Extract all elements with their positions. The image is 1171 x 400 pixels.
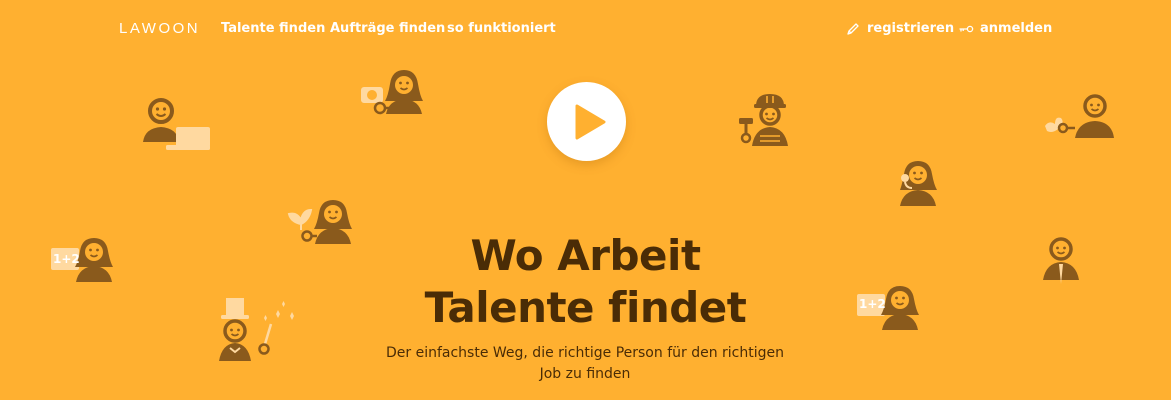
pencil-icon	[847, 23, 859, 35]
nav-talente-finden[interactable]: Talente finden	[221, 21, 325, 36]
play-icon	[575, 104, 606, 140]
top-navigation: LAWOON Talente finden Aufträge finden so…	[0, 0, 1171, 58]
register-link[interactable]: registrieren	[867, 21, 954, 36]
hero-title-line2: Talente findet	[424, 283, 747, 332]
person-laptop-illustration	[143, 98, 210, 150]
person-gardener-illustration	[1045, 94, 1114, 138]
login-link[interactable]: anmelden	[980, 21, 1052, 36]
logo[interactable]: LAWOON	[119, 20, 200, 37]
person-construction-worker-illustration	[739, 94, 788, 146]
hero-subtitle: Der einfachste Weg, die richtige Person …	[385, 345, 784, 382]
hero-title-line1: Wo Arbeit	[470, 231, 701, 280]
play-video-button[interactable]	[547, 82, 626, 161]
key-icon	[959, 25, 974, 33]
nav-so-funktioniert[interactable]: so funktioniert	[447, 21, 556, 36]
hero-title: Wo Arbeit Talente findet	[0, 230, 1171, 334]
nav-auftraege-finden[interactable]: Aufträge finden	[330, 21, 445, 36]
person-support-agent-illustration	[900, 161, 937, 206]
person-photographer-illustration	[361, 70, 423, 115]
